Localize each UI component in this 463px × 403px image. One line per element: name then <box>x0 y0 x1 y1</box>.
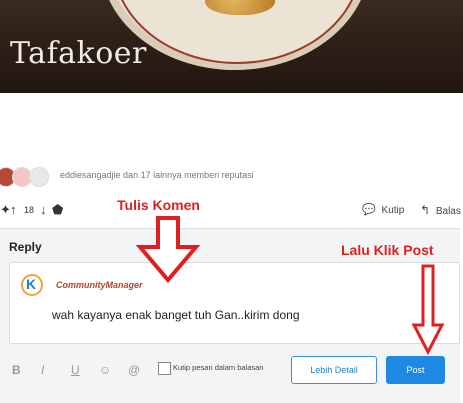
quote-label: Kutip <box>381 205 405 216</box>
banner-image: Tafakoer <box>0 0 463 93</box>
annotation-post-hint: Lalu Klik Post <box>341 242 434 258</box>
vote-score: 18 <box>24 205 35 215</box>
quote-button[interactable]: 💬 Kutip <box>362 203 404 216</box>
quote-checkbox[interactable] <box>158 362 171 375</box>
reply-button[interactable]: ↰ Balas <box>420 203 461 217</box>
reply-editor[interactable] <box>9 262 460 344</box>
reply-text-input[interactable]: wah kayanya enak banget tuh Gan..kirim d… <box>52 308 300 322</box>
emoji-icon[interactable]: ☺ <box>99 363 111 377</box>
reputation-text[interactable]: eddiesangadjie dan 17 lainnya memberi re… <box>60 170 254 180</box>
mention-icon[interactable]: @ <box>128 363 140 377</box>
kaskus-logo-icon: K <box>26 276 37 292</box>
share-icon[interactable]: ⬟ <box>52 202 63 218</box>
more-detail-button[interactable]: Lebih Detail <box>291 356 377 384</box>
reply-title: Reply <box>9 240 42 254</box>
avatar[interactable] <box>29 167 49 187</box>
user-avatar: K <box>21 274 43 296</box>
upvote-icon[interactable]: ↑ <box>10 202 17 217</box>
reply-username: CommunityManager <box>56 280 143 290</box>
downvote-icon[interactable]: ↓ <box>40 202 47 217</box>
bold-button[interactable]: B <box>12 363 21 377</box>
post-button[interactable]: Post <box>386 356 445 384</box>
underline-button[interactable]: U <box>71 363 80 377</box>
annotation-comment-hint: Tulis Komen <box>117 197 200 213</box>
quote-icon: 💬 <box>362 204 376 216</box>
quote-checkbox-label: Kutip pesan dalam balasan <box>173 363 264 372</box>
reply-icon: ↰ <box>420 203 431 217</box>
banner-brand: Tafakoer <box>10 36 147 71</box>
italic-button[interactable]: I <box>41 363 44 377</box>
reply-label: Balas <box>435 206 461 217</box>
